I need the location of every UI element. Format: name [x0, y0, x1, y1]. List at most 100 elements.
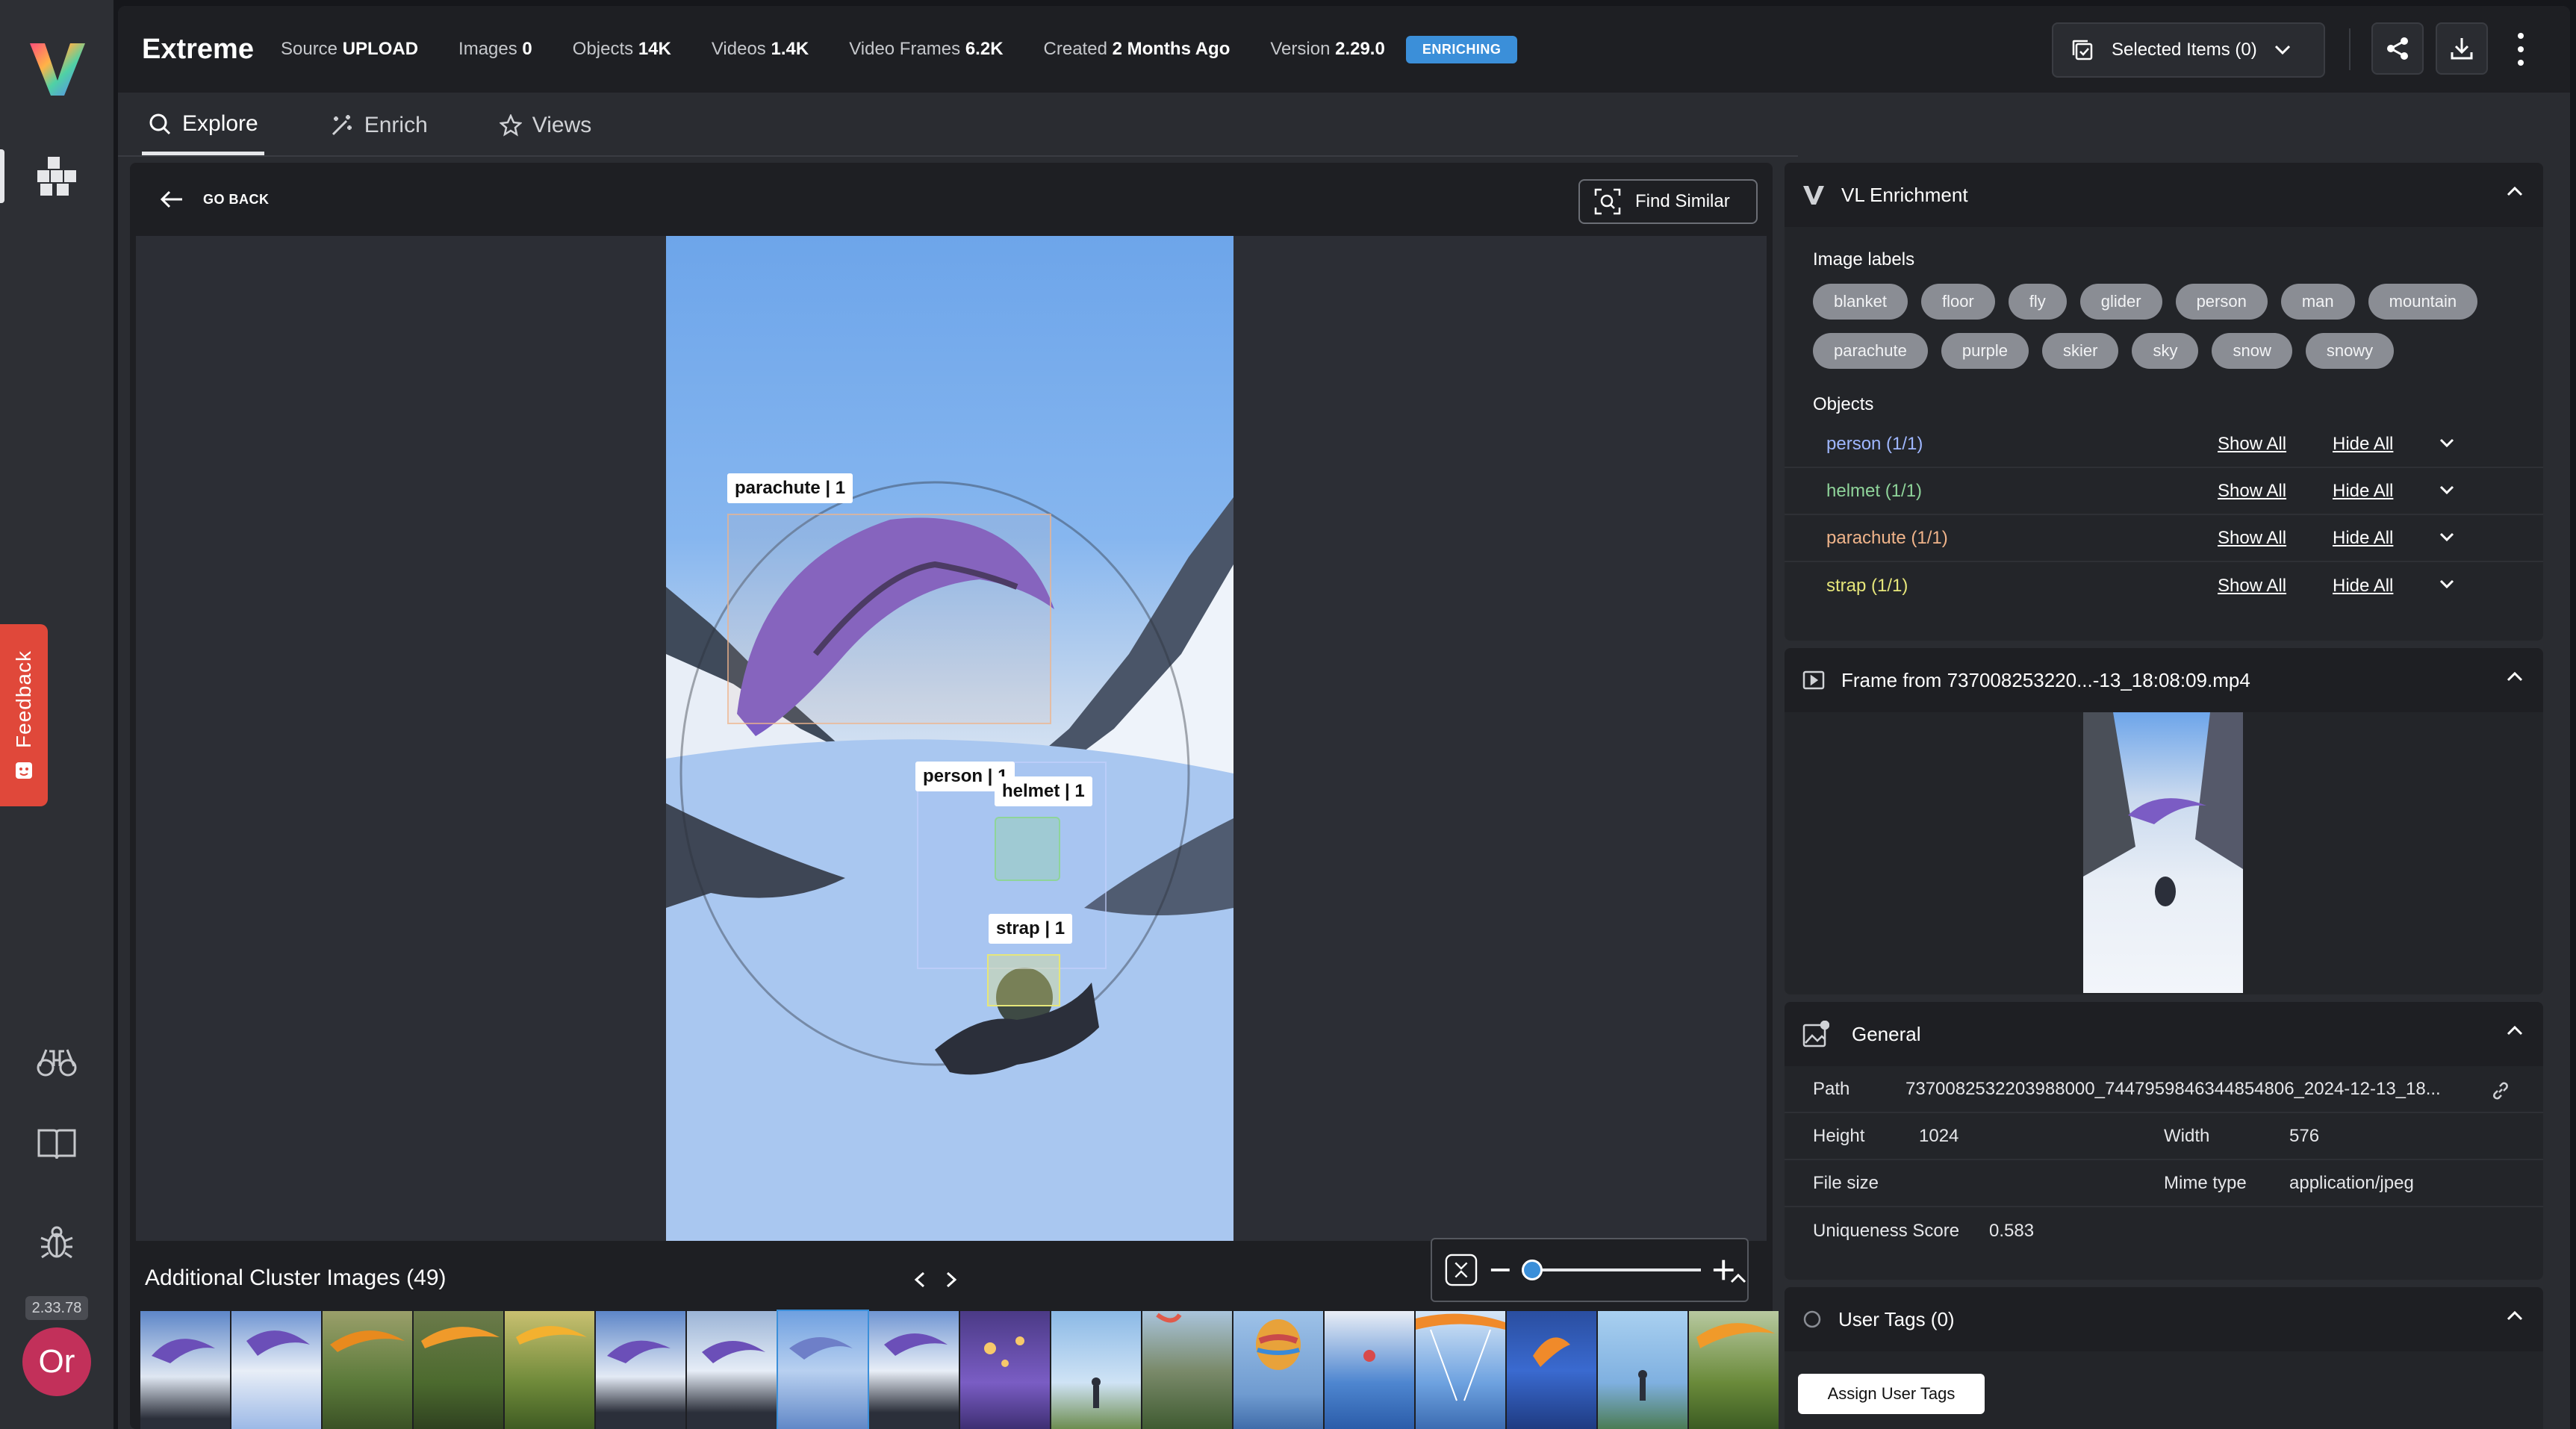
cluster-thumbnail[interactable]: [1051, 1311, 1141, 1429]
visual-layer-logo[interactable]: [28, 39, 87, 99]
image-label-chip[interactable]: snow: [2212, 333, 2292, 369]
chevron-left-icon[interactable]: [912, 1271, 927, 1289]
bbox-parachute[interactable]: [727, 514, 1051, 724]
objects-list: person (1/1) Show All Hide All helmet (1/1)…: [1785, 421, 2543, 609]
cluster-header: Additional Cluster Images (49): [130, 1247, 1773, 1310]
image-labels-title: Image labels: [1813, 249, 1915, 270]
general-row-file: File size Mime type application/jpeg: [1785, 1160, 2543, 1207]
image-label-chip[interactable]: skier: [2042, 333, 2119, 369]
cluster-thumbnail[interactable]: [231, 1311, 321, 1429]
chevron-up-icon[interactable]: [2506, 185, 2524, 197]
more-options-icon[interactable]: [2513, 33, 2528, 66]
object-row[interactable]: parachute (1/1) Show All Hide All: [1785, 515, 2543, 562]
hide-all-link[interactable]: Hide All: [2333, 576, 2393, 597]
image-canvas[interactable]: parachute | 1 person | 1 helmet | 1 stra…: [136, 236, 1767, 1302]
image-label-chip[interactable]: fly: [2008, 284, 2067, 320]
chevron-down-icon[interactable]: [2439, 438, 2455, 448]
objects-title: Objects: [1813, 394, 1874, 414]
share-button[interactable]: [2371, 22, 2424, 75]
tab-views[interactable]: Views: [494, 96, 597, 155]
general-header[interactable]: General: [1785, 1002, 2543, 1066]
assign-user-tags-button[interactable]: Assign User Tags: [1798, 1374, 1985, 1414]
chevron-down-icon[interactable]: [2439, 532, 2455, 542]
show-all-link[interactable]: Show All: [2218, 528, 2286, 549]
bug-report-icon[interactable]: [33, 1218, 81, 1266]
chevron-right-icon[interactable]: [944, 1271, 959, 1289]
cluster-thumbnail[interactable]: [1507, 1311, 1596, 1429]
bbox-label-helmet: helmet | 1: [995, 776, 1092, 806]
datasets-nav-icon[interactable]: [33, 152, 81, 200]
cluster-thumbnail[interactable]: [505, 1311, 594, 1429]
meta-images: Images 0: [458, 39, 532, 59]
frame-preview-header[interactable]: Frame from 737008253220...-13_18:08:09.m…: [1785, 648, 2543, 712]
show-all-link[interactable]: Show All: [2218, 481, 2286, 502]
cluster-thumbnail[interactable]: [414, 1311, 503, 1429]
image-label-chip[interactable]: sky: [2132, 333, 2199, 369]
tab-views-label: Views: [532, 113, 592, 137]
image-label-chip[interactable]: mountain: [2368, 284, 2478, 320]
show-all-link[interactable]: Show All: [2218, 576, 2286, 597]
download-button[interactable]: [2436, 22, 2488, 75]
go-back-button[interactable]: GO BACK: [160, 190, 270, 209]
hide-all-link[interactable]: Hide All: [2333, 528, 2393, 549]
cluster-thumbnail[interactable]: [960, 1311, 1050, 1429]
chevron-up-icon[interactable]: [1729, 1272, 1747, 1284]
cluster-thumbnail[interactable]: [1598, 1311, 1687, 1429]
cluster-thumbnail[interactable]: [1233, 1311, 1323, 1429]
chevron-down-icon[interactable]: [2439, 485, 2455, 495]
cluster-thumbnail[interactable]: [687, 1311, 777, 1429]
image-label-chip[interactable]: glider: [2079, 284, 2162, 320]
image-label-chip[interactable]: purple: [1941, 333, 2029, 369]
cluster-thumbnail[interactable]: [140, 1311, 230, 1429]
general-row-dimensions: Height 1024 Width 576: [1785, 1113, 2543, 1160]
bbox-strap[interactable]: [987, 954, 1060, 1006]
share-icon: [2387, 37, 2408, 60]
feedback-tab[interactable]: Feedback: [0, 624, 48, 806]
bbox-helmet[interactable]: [995, 817, 1060, 881]
object-row[interactable]: strap (1/1) Show All Hide All: [1785, 562, 2543, 609]
show-all-link[interactable]: Show All: [2218, 434, 2286, 455]
cluster-thumbnail[interactable]: [777, 1310, 869, 1429]
binoculars-icon[interactable]: [33, 1038, 81, 1086]
image-label-chip[interactable]: snowy: [2305, 333, 2395, 369]
cluster-thumbnail[interactable]: [323, 1311, 412, 1429]
image-label-chip[interactable]: man: [2280, 284, 2355, 320]
tab-explore[interactable]: Explore: [142, 96, 264, 155]
cluster-thumbnail[interactable]: [596, 1311, 685, 1429]
image-label-chip[interactable]: person: [2175, 284, 2268, 320]
cluster-thumbnail[interactable]: [1416, 1311, 1505, 1429]
docs-book-icon[interactable]: [33, 1120, 81, 1168]
cluster-thumbnail[interactable]: [1689, 1311, 1779, 1429]
image-label-chip[interactable]: blanket: [1813, 284, 1908, 320]
general-title: General: [1852, 1022, 1921, 1045]
object-row[interactable]: helmet (1/1) Show All Hide All: [1785, 468, 2543, 515]
cluster-thumbnail[interactable]: [869, 1311, 959, 1429]
image-viewer: GO BACK Find Similar parachute | 1 perso…: [130, 163, 1779, 1429]
hide-all-link[interactable]: Hide All: [2333, 434, 2393, 455]
chevron-down-icon[interactable]: [2439, 579, 2455, 589]
download-icon: [2451, 38, 2473, 60]
frame-thumbnail[interactable]: [2083, 712, 2243, 993]
cluster-thumbnail[interactable]: [1325, 1311, 1414, 1429]
height-label: Height: [1813, 1125, 1865, 1146]
chevron-up-icon[interactable]: [2506, 1310, 2524, 1321]
object-row[interactable]: person (1/1) Show All Hide All: [1785, 421, 2543, 468]
hide-all-link[interactable]: Hide All: [2333, 481, 2393, 502]
chevron-up-icon[interactable]: [2506, 670, 2524, 682]
selected-items-dropdown[interactable]: Selected Items (0): [2052, 22, 2325, 78]
user-avatar[interactable]: Or: [22, 1327, 91, 1396]
vl-enrichment-header[interactable]: VL Enrichment: [1785, 163, 2543, 227]
vl-logo-icon: [1803, 186, 1824, 205]
find-similar-button[interactable]: Find Similar: [1578, 179, 1758, 224]
user-tags-header[interactable]: User Tags (0): [1785, 1287, 2543, 1351]
bbox-label-parachute: parachute | 1: [727, 473, 853, 503]
scene-illustration: [666, 481, 1233, 1241]
chevron-up-icon[interactable]: [2506, 1024, 2524, 1036]
object-name: parachute (1/1): [1826, 527, 1948, 548]
image-label-chip[interactable]: floor: [1920, 284, 1995, 320]
copy-link-icon[interactable]: [2491, 1081, 2510, 1100]
image-label-chip[interactable]: parachute: [1813, 333, 1928, 369]
main-image: parachute | 1 person | 1 helmet | 1 stra…: [666, 236, 1233, 1241]
tab-enrich[interactable]: Enrich: [324, 96, 434, 155]
cluster-thumbnail[interactable]: [1142, 1311, 1232, 1429]
